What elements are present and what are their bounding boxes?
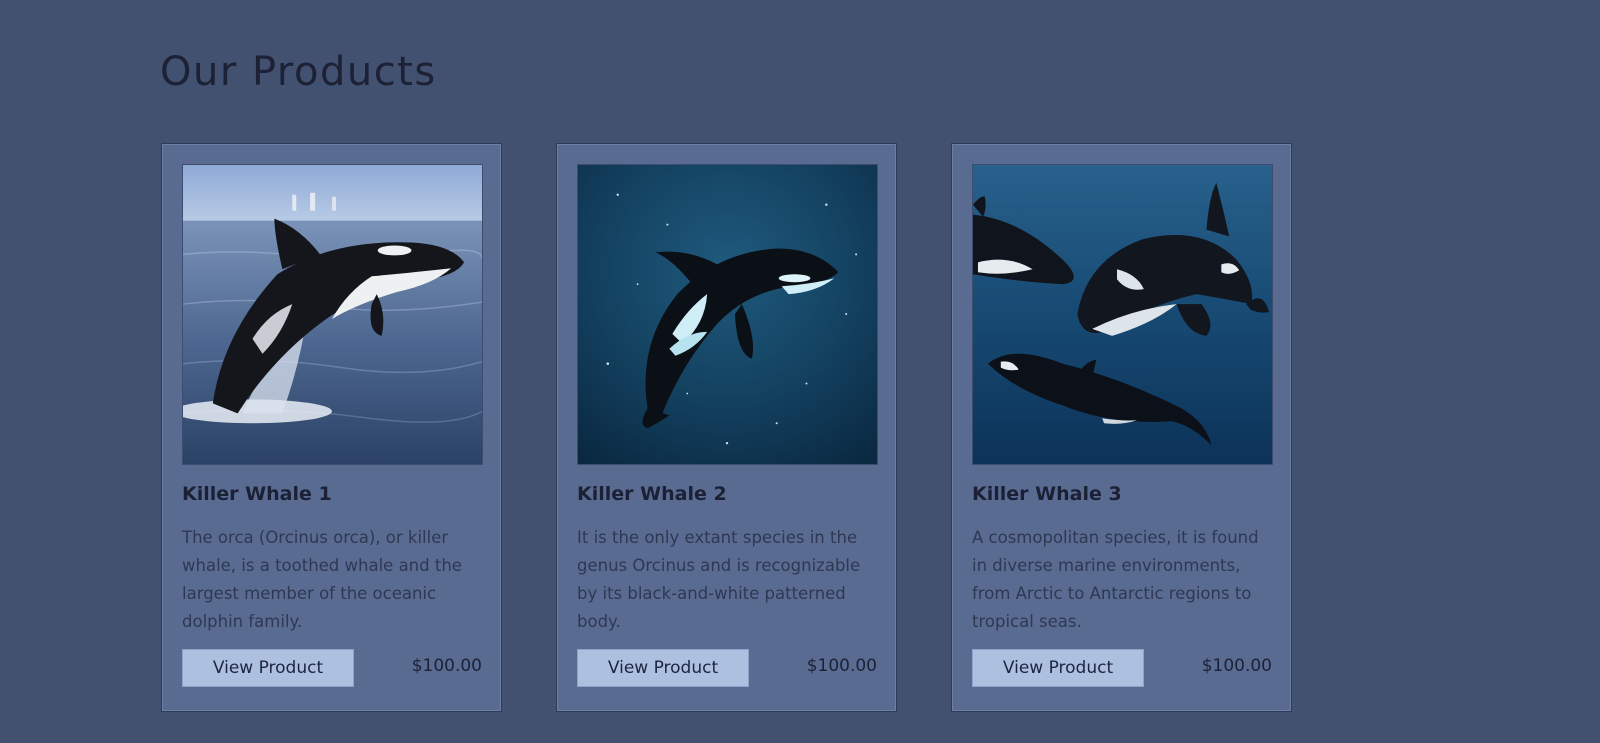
product-name: Killer Whale 3 bbox=[972, 483, 1122, 505]
product-description: A cosmopolitan species, it is found in d… bbox=[972, 528, 1259, 631]
product-price: $100.00 bbox=[411, 656, 482, 676]
product-description: The orca (Orcinus orca), or killer whale… bbox=[182, 528, 462, 631]
product-image-orca-underwater[interactable] bbox=[577, 164, 878, 465]
product-price: $100.00 bbox=[806, 656, 877, 676]
product-description: It is the only extant species in the gen… bbox=[577, 528, 861, 631]
view-product-button[interactable]: View Product bbox=[182, 649, 354, 687]
orca-breaching-photo bbox=[183, 165, 482, 464]
view-product-button[interactable]: View Product bbox=[577, 649, 749, 687]
product-name: Killer Whale 2 bbox=[577, 483, 727, 505]
page-title: Our Products bbox=[160, 49, 437, 95]
view-product-button[interactable]: View Product bbox=[972, 649, 1144, 687]
orca-pod-photo bbox=[973, 165, 1272, 464]
product-image-orca-breaching[interactable] bbox=[182, 164, 483, 465]
product-card: Killer Whale 2 It is the only extant spe… bbox=[556, 143, 897, 712]
product-card: Killer Whale 1 The orca (Orcinus orca), … bbox=[161, 143, 502, 712]
product-price: $100.00 bbox=[1201, 656, 1272, 676]
product-card: Killer Whale 3 A cosmopolitan species, i… bbox=[951, 143, 1292, 712]
product-name: Killer Whale 1 bbox=[182, 483, 332, 505]
product-image-orca-pod[interactable] bbox=[972, 164, 1273, 465]
orca-underwater-photo bbox=[578, 165, 877, 464]
